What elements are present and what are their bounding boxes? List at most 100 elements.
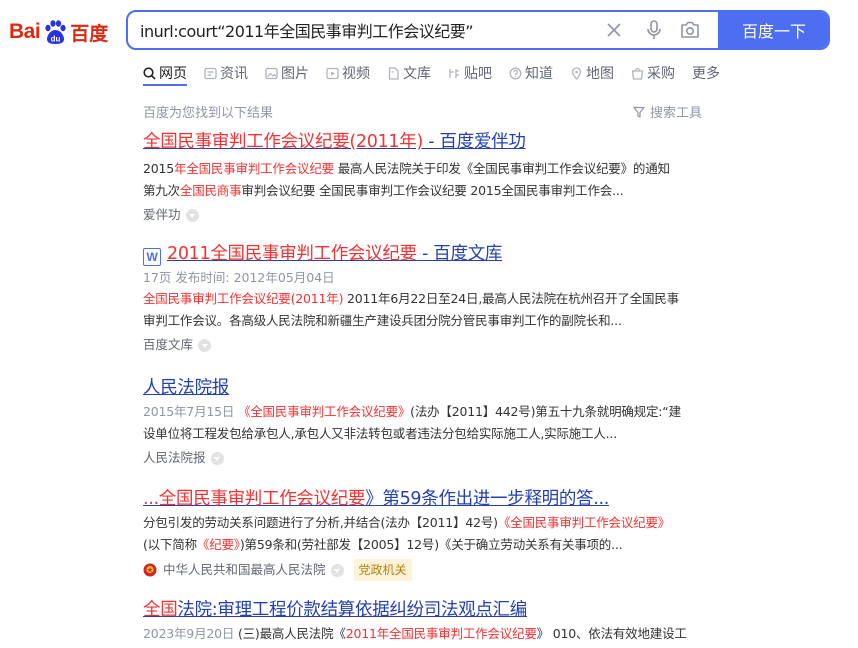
result-abstract-line: 审判工作会议。各高级人民法院和新疆生产建设兵团分院分管民事审判工作的副院长和..… <box>143 313 622 328</box>
shopping-icon <box>631 67 644 80</box>
abstract-text: 》 010、依法有效地建设工 <box>536 626 687 641</box>
result-title-link[interactable]: 人民法院报 <box>143 376 708 400</box>
title-highlight: 全国 <box>143 600 178 620</box>
title-highlight: 2011全国民事审判工作会议纪要 <box>167 244 417 264</box>
video-icon <box>326 67 339 79</box>
abstract-text: 2015 <box>143 161 175 176</box>
abstract-text: 分包引发的劳动关系问题进行了分析,并结合(法办【2011】42号) <box>143 515 498 530</box>
search-icon <box>143 66 156 80</box>
abstract-text: 2011年6月22日至24日,最高人民法院在杭州召开了全国民事 <box>343 291 679 306</box>
baidu-logo[interactable]: Bai du 百度 <box>9 17 108 47</box>
tab-label: 地图 <box>586 66 614 82</box>
result-title-link[interactable]: 全国民事审判工作会议纪要(2011年) - 百度爱伴功 <box>143 130 708 154</box>
tab-label: 更多 <box>692 66 720 82</box>
abstract-highlight: 年全国民事审判工作会议纪要 <box>174 161 334 176</box>
tab-label: 视频 <box>342 66 370 82</box>
search-button[interactable]: 百度一下 <box>718 12 828 48</box>
source-dropdown-icon[interactable] <box>210 451 224 465</box>
abstract-highlight: 《纪要》 <box>196 537 240 552</box>
result-source: 爱伴功 <box>143 205 708 225</box>
search-result: W 2011全国民事审判工作会议纪要 - 百度文库 17页 发布时间: 2012年… <box>143 242 708 355</box>
title-text: 法院:审理工程价款结算依据纠纷司法观点汇编 <box>177 600 528 620</box>
title-text: - 百度爱伴功 <box>423 132 526 152</box>
government-badge: 党政机关 <box>353 559 412 581</box>
result-title-link[interactable]: ...全国民事审判工作会议纪要》第59条作出进一步释明的答... <box>143 487 708 511</box>
logo-chinese: 百度 <box>70 22 109 45</box>
title-text: 》第59条作出进一步释明的答... <box>365 489 610 509</box>
result-date: 2023年9月20日 <box>143 626 238 641</box>
source-name[interactable]: 百度文库 <box>143 335 193 355</box>
abstract-text: (以下简称 <box>143 537 197 552</box>
tab-shopping[interactable]: 采购 <box>631 62 675 84</box>
title-highlight: 全国民事审判工作会议纪要(2011年) <box>143 132 423 152</box>
abstract-text: 审判会议纪要 全国民事审判工作会议纪要 2015全国民事审判工作会... <box>241 183 624 198</box>
result-abstract-line: 分包引发的劳动关系问题进行了分析,并结合(法办【2011】42号)《全国民事审判… <box>143 512 708 534</box>
tab-zhidao[interactable]: 知道 <box>509 62 553 84</box>
title-text: - 百度文库 <box>416 244 503 264</box>
result-title-link[interactable]: W 2011全国民事审判工作会议纪要 - 百度文库 <box>143 242 708 266</box>
search-result: 全国法院:审理工程价款结算依据纠纷司法观点汇编 2023年9月20日 (三)最高… <box>143 598 708 645</box>
search-input[interactable] <box>140 12 580 48</box>
result-source: 百度文库 <box>143 335 708 355</box>
map-icon <box>571 66 582 80</box>
header: Bai du 百度 百度一下 <box>0 0 858 60</box>
abstract-text: (三)最高人民法院《 <box>237 626 346 641</box>
source-dropdown-icon[interactable] <box>330 563 344 577</box>
tab-tieba[interactable]: 贴吧 <box>448 62 492 84</box>
tab-news[interactable]: 资讯 <box>204 62 248 84</box>
camera-icon[interactable] <box>680 20 700 40</box>
abstract-highlight: 2011年全国民事审判工作会议纪要 <box>345 626 537 641</box>
paw-icon: du <box>45 20 66 44</box>
result-title-link[interactable]: 全国法院:审理工程价款结算依据纠纷司法观点汇编 <box>143 598 708 622</box>
tab-label: 贴吧 <box>464 66 492 82</box>
news-icon <box>204 67 217 79</box>
search-result: ...全国民事审判工作会议纪要》第59条作出进一步释明的答... 分包引发的劳动… <box>143 487 708 581</box>
abstract-text: (法办【2011】442号)第五十九条就明确规定:“建 <box>410 404 681 419</box>
abstract-text: 第九次 <box>143 183 180 198</box>
search-tabs: 网页 资讯 图片 视频 文库 贴吧 知道 地图 采购 更多 <box>143 62 737 84</box>
abstract-highlight: 全国民商事 <box>179 183 242 198</box>
result-abstract-line: (以下简称《纪要》)第59条和(劳社部发【2005】12号)《关于确立劳动关系有… <box>143 534 708 556</box>
abstract-highlight: 《全国民事审判工作会议纪要》 <box>237 404 411 419</box>
tab-label: 图片 <box>281 66 309 82</box>
result-abstract-line: 全国民事审判工作会议纪要(2011年) 2011年6月22日至24日,最高人民法… <box>143 288 708 310</box>
wenku-doc-icon: W <box>143 248 161 266</box>
court-emblem-icon <box>143 563 157 577</box>
search-result: 人民法院报 2015年7月15日 《全国民事审判工作会议纪要》(法办【2011】… <box>143 376 708 468</box>
search-box: 百度一下 <box>126 10 830 50</box>
result-count: 百度为您找到以下结果 <box>143 106 274 121</box>
active-tab-indicator <box>143 84 187 86</box>
tab-map[interactable]: 地图 <box>570 62 614 84</box>
tab-wenku[interactable]: 文库 <box>387 62 431 84</box>
document-icon <box>388 66 399 80</box>
source-name[interactable]: 人民法院报 <box>143 448 206 468</box>
title-highlight: ...全国民事审判工作会议纪要 <box>143 489 366 509</box>
abstract-text: 最高人民法院关于印发《全国民事审判工作会议纪要》的通知 <box>333 161 670 176</box>
tieba-icon <box>449 68 459 78</box>
result-abstract-line: 设单位将工程发包给承包人,承包人又非法转包或者违法分包给实际施工人,实际施工人.… <box>143 426 617 441</box>
source-name[interactable]: 爱伴功 <box>143 205 181 225</box>
result-date: 2015年7月15日 <box>143 404 238 419</box>
search-result: 全国民事审判工作会议纪要(2011年) - 百度爱伴功 2015年全国民事审判工… <box>143 130 708 225</box>
result-source: 中华人民共和国最高人民法院 党政机关 <box>143 559 708 581</box>
result-abstract-line: 2015年全国民事审判工作会议纪要 最高人民法院关于印发《全国民事审判工作会议纪… <box>143 158 708 180</box>
result-abstract-line: 第九次全国民商事审判会议纪要 全国民事审判工作会议纪要 2015全国民事审判工作… <box>143 180 708 202</box>
tab-images[interactable]: 图片 <box>265 62 309 84</box>
source-dropdown-icon[interactable] <box>185 208 199 222</box>
logo-latin: Bai <box>9 20 41 43</box>
search-tools-button[interactable]: 搜索工具 <box>633 102 702 121</box>
tab-more[interactable]: 更多 <box>692 62 720 84</box>
search-tools-label: 搜索工具 <box>650 106 703 121</box>
result-meta: 17页 发布时间: 2012年05月04日 <box>143 270 335 285</box>
abstract-text: )第59条和(劳社部发【2005】12号)《关于确立劳动关系有关事项的... <box>239 537 623 552</box>
result-abstract-line: 2015年7月15日 《全国民事审判工作会议纪要》(法办【2011】442号)第… <box>143 401 708 423</box>
source-name[interactable]: 中华人民共和国最高人民法院 <box>163 560 326 580</box>
result-source: 人民法院报 <box>143 448 708 468</box>
clear-icon[interactable] <box>604 20 624 40</box>
tab-videos[interactable]: 视频 <box>326 62 370 84</box>
abstract-highlight: 全国民事审判工作会议纪要(2011年) <box>143 291 344 306</box>
tab-web[interactable]: 网页 <box>143 62 187 84</box>
microphone-icon[interactable] <box>644 20 664 40</box>
source-dropdown-icon[interactable] <box>198 338 212 352</box>
tab-label: 文库 <box>403 66 431 82</box>
